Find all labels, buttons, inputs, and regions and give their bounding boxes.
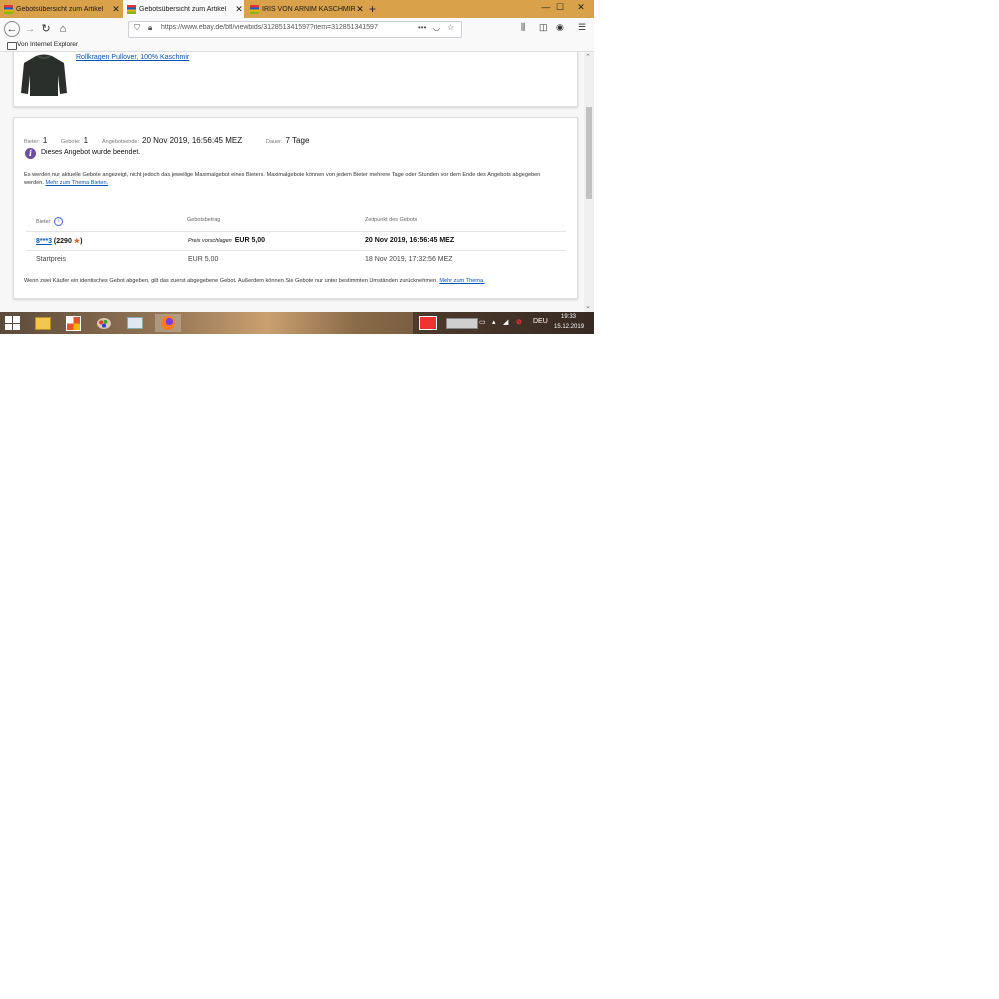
more-about-bidding-link[interactable]: Mehr zum Thema Bieten. <box>45 180 108 186</box>
bidders-label: Bieter: <box>24 139 40 145</box>
folder-icon <box>7 42 17 50</box>
reload-button[interactable]: ↻ <box>38 21 54 37</box>
library-icon[interactable]: ⫼ <box>521 22 525 33</box>
network-icon[interactable]: ◢ <box>503 318 508 326</box>
info-icon: i <box>25 148 36 159</box>
bookmark-star-icon[interactable]: ☆ <box>447 23 454 32</box>
screen: Gebotsübersicht zum Artikel ✕ Gebotsüber… <box>0 0 594 334</box>
table-divider <box>26 231 566 232</box>
bidders-stat: Bieter: 1 <box>24 130 47 148</box>
tab-iris-von-arnim[interactable]: IRIS VON ARNIM KASCHMIR R ✕ <box>246 0 365 18</box>
bid-time: 20 Nov 2019, 16:56:45 MEZ <box>365 237 455 244</box>
forward-button[interactable]: → <box>22 21 38 37</box>
remote-app-icon[interactable] <box>415 314 441 332</box>
bookmark-folder-ie[interactable]: Von Internet Explorer <box>17 41 78 48</box>
paint-icon[interactable] <box>91 314 117 332</box>
email-app-icon[interactable] <box>122 314 148 332</box>
page-actions-button[interactable]: ••• <box>418 23 426 32</box>
new-tab-button[interactable]: + <box>369 1 376 17</box>
tab-bid-overview-1[interactable]: Gebotsübersicht zum Artikel ✕ <box>0 0 121 18</box>
shield-icon[interactable]: ⛉ <box>134 23 140 33</box>
windows-start-button[interactable] <box>5 316 20 330</box>
bids-stat: Gebote: 1 <box>61 130 88 148</box>
lock-icon[interactable]: 🔒︎ <box>148 23 152 33</box>
bids-label: Gebote: <box>61 139 81 145</box>
start-price-amount: EUR 5,00 <box>188 256 219 263</box>
bookmarks-bar: Von Internet Explorer <box>0 40 594 52</box>
tab-bid-overview-2[interactable]: Gebotsübersicht zum Artikel ✕ <box>123 0 244 18</box>
clock-time[interactable]: 19:33 <box>561 314 576 320</box>
tray-input-box[interactable] <box>446 318 478 329</box>
account-icon[interactable]: ◉ <box>556 22 564 33</box>
start-price-label: Startpreis <box>36 256 66 263</box>
ebay-favicon-icon <box>250 4 259 14</box>
windows-taskbar: ▭ ▴ ◢ ⊘ DEU <box>0 312 594 334</box>
bid-amount: EUR 5,00 <box>234 237 266 244</box>
footnote-text: Wenn zwei Käufer ein identisches Gebot a… <box>24 278 438 284</box>
clock-date[interactable]: 15.12.2019 <box>554 324 584 330</box>
home-button[interactable]: ⌂ <box>55 21 71 37</box>
duration-label: Dauer: <box>266 139 283 145</box>
tab-bar: Gebotsübersicht zum Artikel ✕ Gebotsüber… <box>0 0 594 18</box>
language-indicator[interactable]: DEU <box>533 318 548 325</box>
scrollbar-thumb[interactable] <box>586 107 592 199</box>
bidders-value: 1 <box>42 136 48 145</box>
bidder-header-label: Bieter <box>36 218 51 225</box>
navigation-bar: ← → ↻ ⌂ ⛉ 🔒︎ https://www.ebay.de/bfl/vie… <box>0 18 594 40</box>
table-row-amount: Preis vorschlagen EUR 5,00 <box>188 237 265 244</box>
duration-stat: Dauer: 7 Tage <box>266 130 309 148</box>
pocket-icon[interactable]: ◡ <box>433 23 440 32</box>
ebay-favicon-icon <box>4 4 13 14</box>
item-image[interactable] <box>20 53 68 97</box>
tab-label: Gebotsübersicht zum Artikel <box>139 5 227 13</box>
table-row-bidder: 8***3 (2290 ★) <box>36 238 83 245</box>
tab-close-icon[interactable]: ✕ <box>234 4 244 15</box>
column-header-time: Zeitpunkt des Gebots <box>365 217 418 223</box>
tab-label: IRIS VON ARNIM KASCHMIR R <box>262 5 355 13</box>
sidebar-icon[interactable]: ◫ <box>539 22 548 33</box>
table-divider <box>26 250 566 251</box>
feedback-score[interactable]: 2290 <box>56 238 72 245</box>
file-explorer-icon[interactable] <box>30 314 56 332</box>
listing-ended-message: Dieses Angebot wurde beendet. <box>41 149 141 156</box>
tab-close-icon[interactable]: ✕ <box>355 4 365 15</box>
show-hidden-icons-icon[interactable]: ▴ <box>492 318 496 326</box>
scroll-up-icon[interactable]: ⌃ <box>585 53 591 61</box>
battery-icon[interactable]: ▭ <box>479 318 486 326</box>
back-button[interactable]: ← <box>4 21 20 37</box>
bid-summary-card: Bieter: 1 Gebote: 1 Angebotsende: 20 Nov 20… <box>13 117 578 299</box>
tab-close-icon[interactable]: ✕ <box>111 4 121 15</box>
app-grid-icon[interactable] <box>60 314 86 332</box>
end-stat: Angebotsende: 20 Nov 2019, 16:56:45 MEZ <box>102 130 242 148</box>
url-bar[interactable]: ⛉ 🔒︎ https://www.ebay.de/bfl/viewbids/31… <box>128 21 462 38</box>
antivirus-icon[interactable]: ⊘ <box>516 318 522 326</box>
duration-value: 7 Tage <box>285 136 310 145</box>
more-info-link[interactable]: Mehr zum Thema. <box>439 278 484 284</box>
bids-value: 1 <box>83 136 89 145</box>
start-price-time: 18 Nov 2019, 17:32:56 MEZ <box>365 256 453 263</box>
bidder-info-icon[interactable]: i <box>54 217 64 226</box>
maximize-button[interactable]: ☐ <box>552 0 568 14</box>
star-icon: ★ <box>73 238 81 245</box>
item-card: Rollkragen Pullover, 100% Kaschmir <box>13 52 578 107</box>
scroll-down-icon[interactable]: ⌄ <box>585 302 591 310</box>
end-value: 20 Nov 2019, 16:56:45 MEZ <box>142 136 243 145</box>
item-title-link[interactable]: Rollkragen Pullover, 100% Kaschmir <box>76 54 189 61</box>
end-label: Angebotsende: <box>102 139 140 145</box>
close-window-button[interactable]: ✕ <box>573 0 589 14</box>
footnote: Wenn zwei Käufer ein identisches Gebot a… <box>24 278 569 284</box>
best-offer-label: Preis vorschlagen <box>188 238 232 244</box>
bidder-link[interactable]: 8***3 <box>36 238 52 245</box>
bid-info-text: Es werden nur aktuelle Gebote angezeigt,… <box>24 171 554 187</box>
page-content: Rollkragen Pullover, 100% Kaschmir Biete… <box>0 52 584 312</box>
url-text[interactable]: https://www.ebay.de/bfl/viewbids/3128513… <box>161 24 401 31</box>
menu-icon[interactable]: ☰ <box>578 22 586 33</box>
firefox-taskbar-icon[interactable] <box>155 314 181 332</box>
column-header-bidder: Bieter i <box>36 217 64 226</box>
column-header-amount: Gebotsbetrag <box>187 217 221 223</box>
ebay-favicon-icon <box>127 4 136 14</box>
tab-label: Gebotsübersicht zum Artikel <box>16 5 104 13</box>
page-scrollbar[interactable]: ⌃ ⌄ <box>584 52 594 312</box>
